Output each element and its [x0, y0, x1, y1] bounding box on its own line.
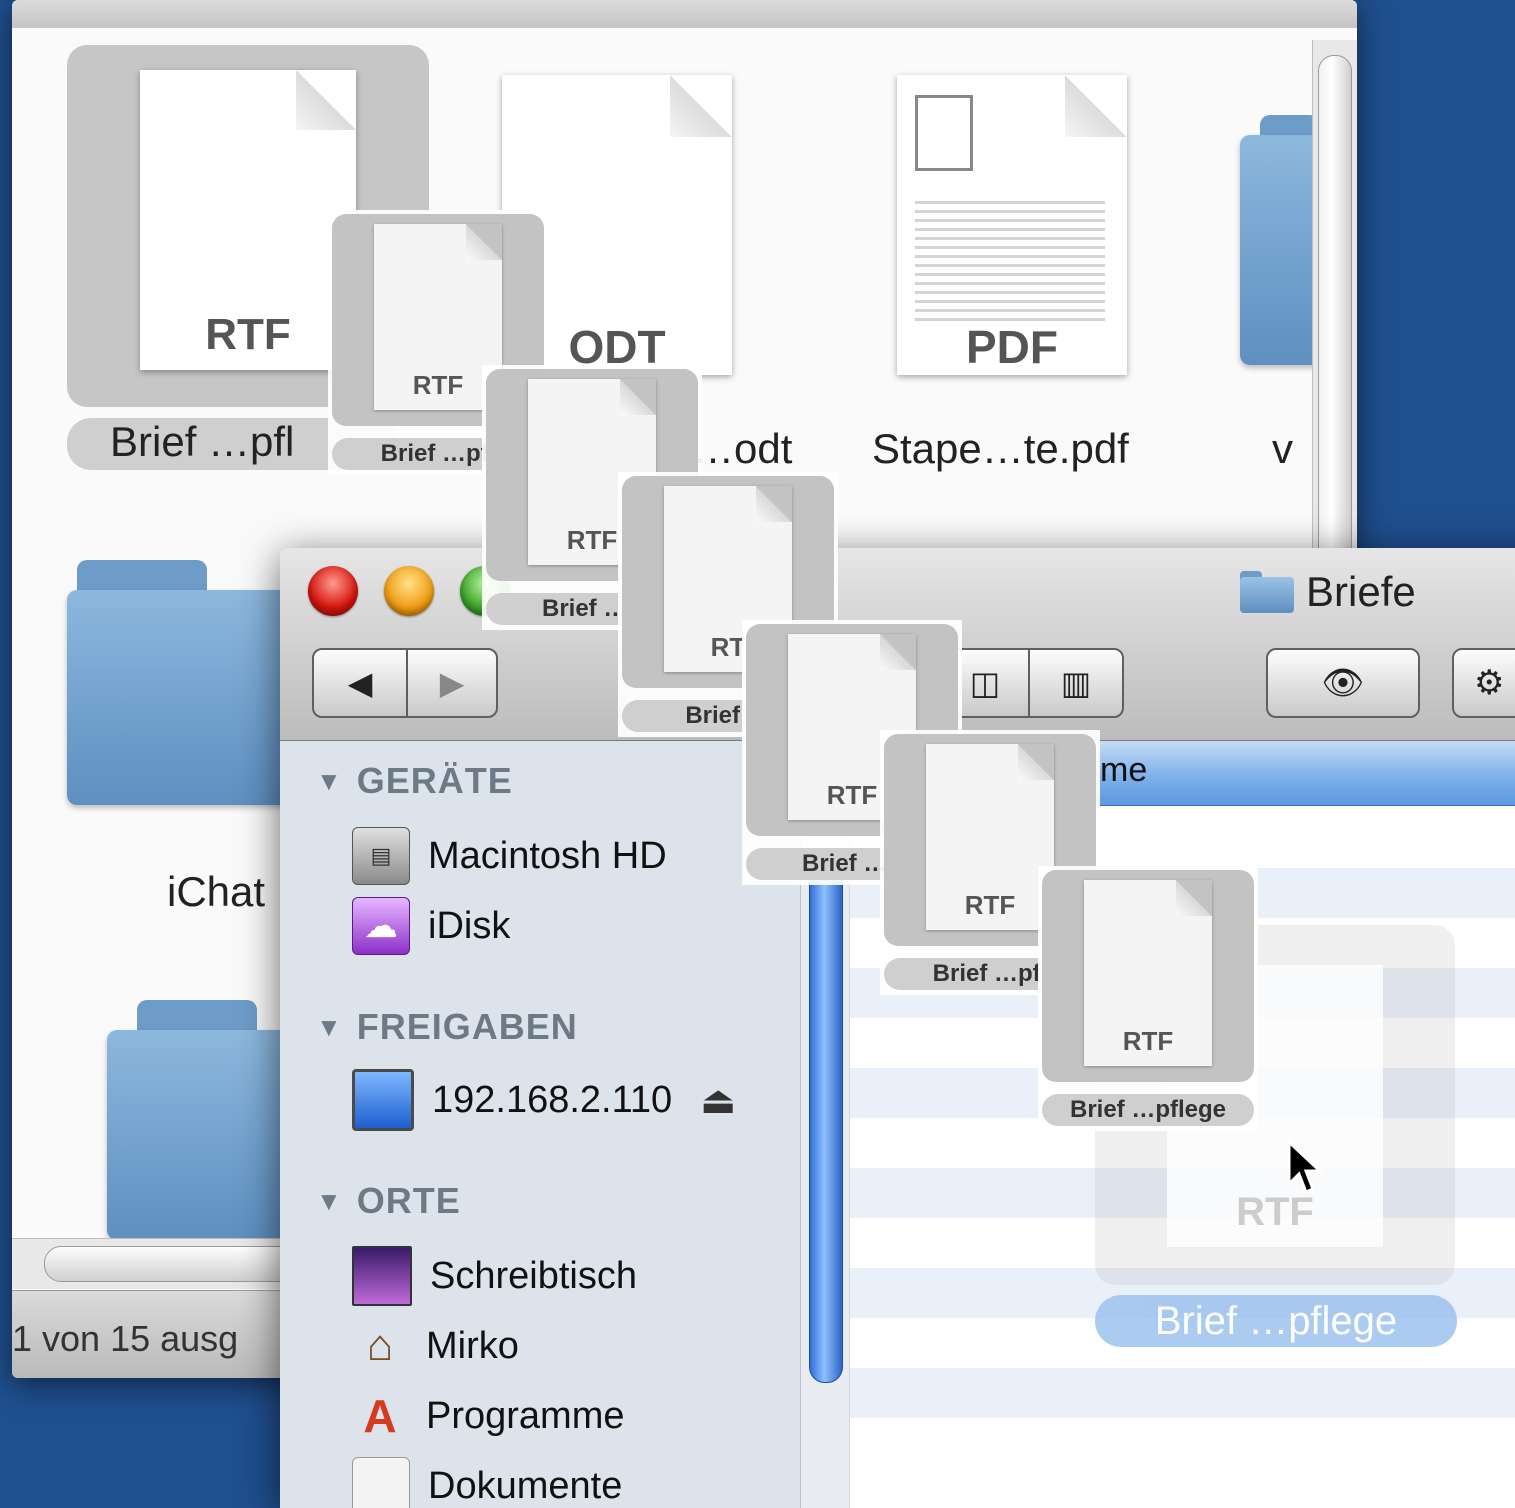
applications-icon: A	[363, 1390, 397, 1442]
forward-button[interactable]: ▶	[406, 648, 498, 718]
dragged-file-type: RTF	[1122, 1026, 1174, 1056]
back-window-toolbar-edge	[12, 0, 1357, 28]
vertical-scroll-thumb[interactable]	[1318, 55, 1352, 577]
disclosure-triangle-icon[interactable]: ▼	[316, 766, 343, 797]
sidebar-heading-label: ORTE	[356, 1180, 461, 1221]
back-arrow-icon: ◀	[347, 665, 373, 701]
dragged-file: RTF Brief …pflege	[1038, 866, 1258, 1131]
dragged-file-label: Brief …pflege	[1042, 1094, 1254, 1126]
sidebar-item-label: Mirko	[426, 1324, 519, 1367]
idisk-icon: ☁	[352, 897, 410, 955]
file-label-partial[interactable]: v	[1272, 425, 1293, 473]
odt-dogear	[670, 75, 732, 137]
sidebar-item-applications[interactable]: A Programme	[352, 1386, 625, 1446]
folder-icon	[1240, 571, 1294, 613]
file-type-label: PDF	[966, 321, 1058, 373]
network-computer-icon	[352, 1069, 414, 1131]
sidebar-item-label: Programme	[426, 1394, 625, 1437]
hard-drive-icon: ▤	[352, 827, 410, 885]
sidebar-item-label: Dokumente	[428, 1464, 623, 1507]
desktop-icon	[352, 1246, 412, 1306]
list-row-stripe	[850, 1368, 1515, 1418]
pdf-preview-icon	[915, 95, 973, 171]
eye-icon: 👁	[1321, 664, 1365, 702]
action-button[interactable]: ⚙	[1452, 648, 1515, 718]
window-title-bar: Briefe	[1240, 562, 1416, 622]
ghost-file-label: Brief …pflege	[1095, 1295, 1457, 1347]
window-title: Briefe	[1306, 568, 1416, 615]
column-header-name[interactable]: me	[1100, 751, 1147, 790]
sidebar-heading-devices[interactable]: ▼ GERÄTE	[316, 760, 513, 802]
quicklook-button[interactable]: 👁	[1266, 648, 1420, 718]
sidebar-item-macintosh-hd[interactable]: ▤ Macintosh HD	[352, 826, 667, 886]
sidebar-item-idisk[interactable]: ☁ iDisk	[352, 896, 510, 956]
disclosure-triangle-icon[interactable]: ▼	[316, 1186, 343, 1217]
sidebar-item-label: 192.168.2.110	[432, 1078, 673, 1121]
mouse-pointer-icon	[1287, 1140, 1324, 1194]
home-icon: ⌂	[366, 1321, 394, 1370]
minimize-button[interactable]	[384, 566, 434, 616]
file-label-pdf[interactable]: Stape…te.pdf	[872, 425, 1129, 473]
dragged-file-type: RTF	[964, 890, 1016, 920]
sidebar-heading-label: FREIGABEN	[356, 1006, 578, 1047]
horizontal-scroll-thumb[interactable]	[44, 1246, 306, 1282]
coverflow-view-icon: ▥	[1060, 665, 1092, 701]
sidebar-item-desktop[interactable]: Schreibtisch	[352, 1246, 637, 1306]
coverflow-view-button[interactable]: ▥	[1028, 648, 1124, 718]
column-view-icon: ◫	[969, 665, 1001, 701]
forward-arrow-icon: ▶	[439, 665, 465, 701]
sidebar-item-network-host[interactable]: 192.168.2.110 ⏏	[352, 1069, 736, 1131]
sidebar-item-label: iDisk	[428, 904, 511, 947]
sidebar-heading-places[interactable]: ▼ ORTE	[316, 1180, 461, 1222]
sidebar-heading-label: GERÄTE	[356, 760, 513, 801]
pdf-preview-text	[915, 195, 1105, 325]
pdf-dogear	[1065, 75, 1127, 137]
sidebar-heading-shared[interactable]: ▼ FREIGABEN	[316, 1006, 578, 1048]
file-label-odt[interactable]: …odt	[692, 425, 792, 473]
sidebar-item-label: Macintosh HD	[428, 834, 667, 877]
file-type-label: RTF	[205, 310, 291, 359]
back-button[interactable]: ◀	[312, 648, 408, 718]
status-text: 1 von 15 ausg	[12, 1318, 239, 1359]
file-icon-rtf[interactable]: RTF	[140, 70, 356, 370]
sidebar-scroll-thumb[interactable]	[809, 861, 843, 1383]
documents-icon	[352, 1457, 410, 1508]
rtf-dogear	[296, 70, 356, 130]
sidebar-item-label: Schreibtisch	[430, 1254, 637, 1297]
sidebar-item-home[interactable]: ⌂ Mirko	[352, 1316, 519, 1376]
folder-label-ichat[interactable]: iChat	[167, 868, 265, 916]
gear-icon: ⚙	[1474, 664, 1505, 702]
ghost-file-type: RTF	[1236, 1190, 1314, 1234]
eject-icon[interactable]: ⏏	[700, 1078, 736, 1123]
file-icon-pdf[interactable]: PDF	[897, 75, 1127, 375]
disclosure-triangle-icon[interactable]: ▼	[316, 1012, 343, 1043]
close-button[interactable]	[308, 566, 358, 616]
sidebar-item-documents[interactable]: Dokumente	[352, 1456, 622, 1508]
file-label-rtf[interactable]: Brief …pfl	[110, 418, 294, 466]
